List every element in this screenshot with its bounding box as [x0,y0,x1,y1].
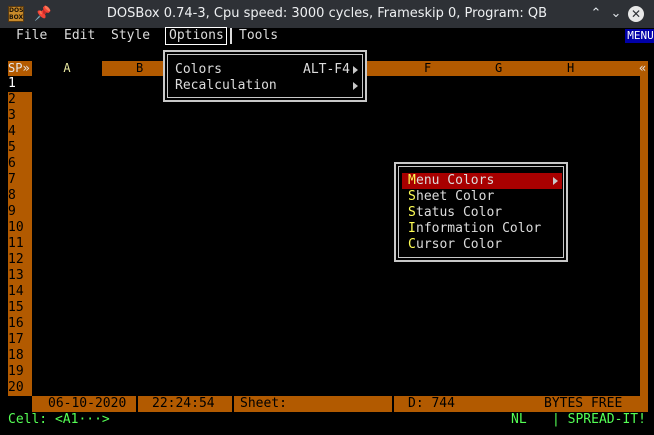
app-name-label: | SPREAD-IT! [552,412,646,427]
maximize-icon[interactable]: ⌃ [588,6,604,22]
column-header-a[interactable]: A [32,61,102,76]
row-header-12[interactable]: 12 [8,252,32,268]
status-bar: 06-10-2020 22:24:54 Sheet: D: 744 BYTES … [8,396,648,412]
hotkey-i: I [408,221,416,236]
status-bytes-free: BYTES FREE [544,396,623,411]
right-border-strip [640,76,648,396]
status-sheet-label: Sheet: [240,396,287,411]
row-header-6[interactable]: 6 [8,156,32,172]
row-header-4[interactable]: 4 [8,124,32,140]
status-divider [136,396,138,412]
submenu-arrow-icon [353,82,358,90]
row-header-18[interactable]: 18 [8,348,32,364]
minimize-icon[interactable]: ⌄ [608,6,624,22]
title-bar: DOS BOX 📌 DOSBox 0.74-3, Cpu speed: 3000… [0,0,654,29]
column-header-b[interactable]: B [136,61,143,76]
hotkey-c: C [408,237,416,252]
hotkey-m: M [408,173,416,188]
row-header-19[interactable]: 19 [8,364,32,380]
row-header-1[interactable]: 1 [8,76,32,92]
cell-info-line: Cell: <A1···> NL | SPREAD-IT! [0,412,654,428]
row-header-8[interactable]: 8 [8,188,32,204]
options-item-colors-shortcut: ALT-F4 [303,62,350,77]
window-title: DOSBox 0.74-3, Cpu speed: 3000 cycles, F… [106,6,548,21]
status-date: 06-10-2020 [48,396,127,411]
dosbox-window: DOS BOX 📌 DOSBox 0.74-3, Cpu speed: 3000… [0,0,654,435]
row-header-11[interactable]: 11 [8,236,32,252]
row-header-15[interactable]: 15 [8,300,32,316]
submenu-arrow-icon [553,177,558,185]
options-item-recalculation-label: Recalculation [175,78,277,93]
submenu-arrow-icon [353,66,358,74]
colors-item-cursor-color-label: ursor Color [416,237,503,252]
row-header-14[interactable]: 14 [8,284,32,300]
status-divider [232,396,234,412]
menu-edit[interactable]: Edit [64,28,95,44]
options-dropdown: Colors ALT-F4 Recalculation [163,50,367,102]
status-disk: D: 744 [408,396,455,411]
row-header-13[interactable]: 13 [8,268,32,284]
row-header-16[interactable]: 16 [8,316,32,332]
menu-style[interactable]: Style [111,28,150,44]
row-header-9[interactable]: 9 [8,204,32,220]
menu-tools[interactable]: Tools [239,28,278,44]
menu-bar: File Edit Style Options Tools MENU [8,27,654,45]
sheet-corner-label: SP» [8,61,30,75]
dos-screen: File Edit Style Options Tools MENU SP» A… [0,27,654,435]
hotkey-s: S [408,205,416,220]
row-header-3[interactable]: 3 [8,108,32,124]
row-header-17[interactable]: 17 [8,332,32,348]
options-item-colors-label: Colors [175,62,222,77]
menu-options[interactable]: Options [165,27,227,45]
status-time: 22:24:54 [152,396,215,411]
hotkey-s: S [408,189,416,204]
colors-item-sheet-color-label: heet Color [416,189,495,204]
close-icon[interactable]: ✕ [628,6,644,22]
menu-mode-badge: MENU [625,29,654,43]
scroll-right-icon[interactable]: « [639,61,646,76]
cell-reference: Cell: <A1···> [8,412,110,427]
column-header-g[interactable]: G [495,61,502,76]
status-divider [392,396,394,412]
column-header-f[interactable]: F [424,61,431,76]
status-left-gap [8,396,32,412]
row-header-5[interactable]: 5 [8,140,32,156]
colors-item-status-color-label: tatus Color [416,205,503,220]
colors-submenu: M enu Colors S heet Color S tatus Color … [394,162,568,262]
colors-item-menu-colors-label: enu Colors [416,173,495,188]
menu-divider [230,28,232,44]
row-header-10[interactable]: 10 [8,220,32,236]
numlock-indicator: NL [511,412,527,427]
row-header-20[interactable]: 20 [8,380,32,396]
row-header-2[interactable]: 2 [8,92,32,108]
menu-file[interactable]: File [16,28,47,44]
row-header-7[interactable]: 7 [8,172,32,188]
column-header-h[interactable]: H [567,61,574,76]
colors-item-information-color-label: nformation Color [416,221,542,236]
